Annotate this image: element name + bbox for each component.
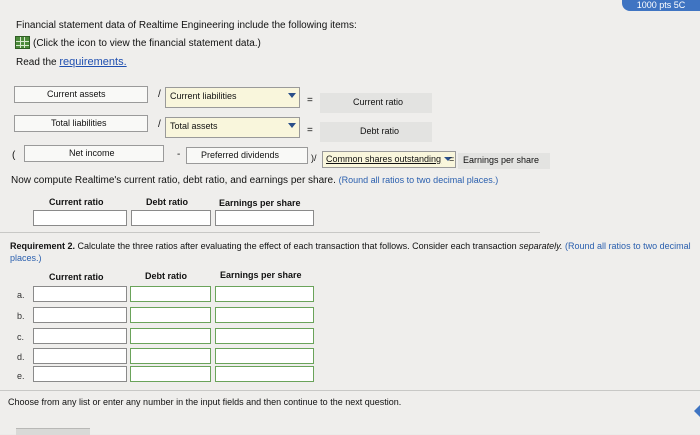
- row-label-d: d.: [17, 352, 25, 362]
- row-b-current-ratio-input[interactable]: [33, 307, 127, 323]
- row-c-current-ratio-input[interactable]: [33, 328, 127, 344]
- req2-header-debt-ratio: Debt ratio: [145, 271, 188, 281]
- requirement2-text: Requirement 2. Calculate the three ratio…: [10, 240, 698, 264]
- divide-operator: /: [158, 119, 161, 130]
- row-a-current-ratio-input[interactable]: [33, 286, 127, 302]
- compute-instruction: Now compute Realtime's current ratio, de…: [11, 175, 498, 186]
- req2-header-current-ratio: Current ratio: [49, 272, 104, 282]
- total-assets-value: Total assets: [170, 121, 218, 131]
- row-e-eps-input[interactable]: [215, 366, 314, 382]
- total-assets-select[interactable]: Total assets: [165, 117, 300, 138]
- eps-result: Earnings per share: [458, 153, 550, 169]
- row-label-e: e.: [17, 371, 25, 381]
- requirement2-note: (Round all ratios to two decimal: [565, 241, 691, 251]
- current-liabilities-value: Current liabilities: [170, 91, 237, 101]
- debt-ratio-result: Debt ratio: [320, 122, 432, 142]
- row-c-eps-input[interactable]: [215, 328, 314, 344]
- preferred-dividends-cell: Preferred dividends: [186, 147, 308, 164]
- row-label-b: b.: [17, 311, 25, 321]
- req2-header-eps: Earnings per share: [220, 270, 302, 280]
- chevron-down-icon: [288, 93, 296, 98]
- requirement2-note-2: places.): [10, 253, 42, 263]
- current-assets-cell: Current assets: [14, 86, 148, 103]
- current-liabilities-select[interactable]: Current liabilities: [165, 87, 300, 108]
- next-arrow-icon[interactable]: [694, 405, 700, 417]
- header-current-ratio: Current ratio: [49, 197, 104, 207]
- common-shares-value: Common shares outstanding: [326, 154, 442, 164]
- close-divide: )/: [311, 153, 317, 163]
- total-liabilities-label: Total liabilities: [51, 118, 107, 128]
- preferred-dividends-label: Preferred dividends: [201, 150, 280, 160]
- footer-instruction: Choose from any list or enter any number…: [8, 397, 402, 407]
- minus-operator: -: [177, 149, 181, 160]
- row-d-eps-input[interactable]: [215, 348, 314, 364]
- eps-label: Earnings per share: [463, 155, 540, 165]
- current-ratio-input[interactable]: [33, 210, 127, 226]
- row-e-current-ratio-input[interactable]: [33, 366, 127, 382]
- row-b-debt-ratio-input[interactable]: [130, 307, 211, 323]
- points-badge: 1000 pts 5C: [622, 0, 700, 11]
- divide-operator: /: [158, 89, 161, 100]
- header-debt-ratio: Debt ratio: [146, 197, 189, 207]
- spreadsheet-icon[interactable]: [15, 36, 30, 49]
- read-requirements-row: Read the requirements.: [16, 56, 127, 68]
- row-a-eps-input[interactable]: [215, 286, 314, 302]
- total-liabilities-cell: Total liabilities: [14, 115, 148, 132]
- read-prefix: Read the: [16, 57, 60, 68]
- row-d-debt-ratio-input[interactable]: [130, 348, 211, 364]
- equals-sign: =: [307, 95, 313, 106]
- compute-text: Now compute Realtime's current ratio, de…: [11, 175, 336, 186]
- requirement2-separately: separately.: [519, 241, 563, 251]
- header-eps: Earnings per share: [219, 198, 301, 208]
- eps-input[interactable]: [215, 210, 314, 226]
- row-a-debt-ratio-input[interactable]: [130, 286, 211, 302]
- net-income-label: Net income: [69, 148, 115, 158]
- question-panel: 1000 pts 5C Financial statement data of …: [0, 0, 700, 435]
- intro-text: Financial statement data of Realtime Eng…: [16, 20, 357, 31]
- footer-divider: [0, 390, 700, 391]
- debt-ratio-label: Debt ratio: [360, 126, 400, 136]
- debt-ratio-input[interactable]: [131, 210, 211, 226]
- requirement2-label: Requirement 2.: [10, 241, 76, 251]
- common-shares-select[interactable]: Common shares outstanding: [322, 151, 456, 168]
- net-income-cell: Net income: [24, 145, 164, 162]
- row-b-eps-input[interactable]: [215, 307, 314, 323]
- row-e-debt-ratio-input[interactable]: [130, 366, 211, 382]
- open-paren: (: [12, 150, 16, 161]
- row-label-a: a.: [17, 290, 25, 300]
- requirement2-body: Calculate the three ratios after evaluat…: [77, 241, 517, 251]
- row-d-current-ratio-input[interactable]: [33, 348, 127, 364]
- equals-sign: =: [307, 125, 313, 136]
- current-ratio-label: Current ratio: [353, 97, 404, 107]
- current-ratio-result: Current ratio: [320, 93, 432, 113]
- chevron-down-icon: [288, 123, 296, 128]
- requirements-link[interactable]: requirements.: [59, 56, 126, 68]
- click-icon-text: (Click the icon to view the financial st…: [33, 38, 261, 49]
- row-c-debt-ratio-input[interactable]: [130, 328, 211, 344]
- row-label-c: c.: [17, 332, 25, 342]
- compute-note: (Round all ratios to two decimal places.…: [338, 175, 499, 185]
- equals-sign: =: [449, 154, 455, 164]
- section-divider: [0, 232, 540, 233]
- current-assets-label: Current assets: [47, 89, 106, 99]
